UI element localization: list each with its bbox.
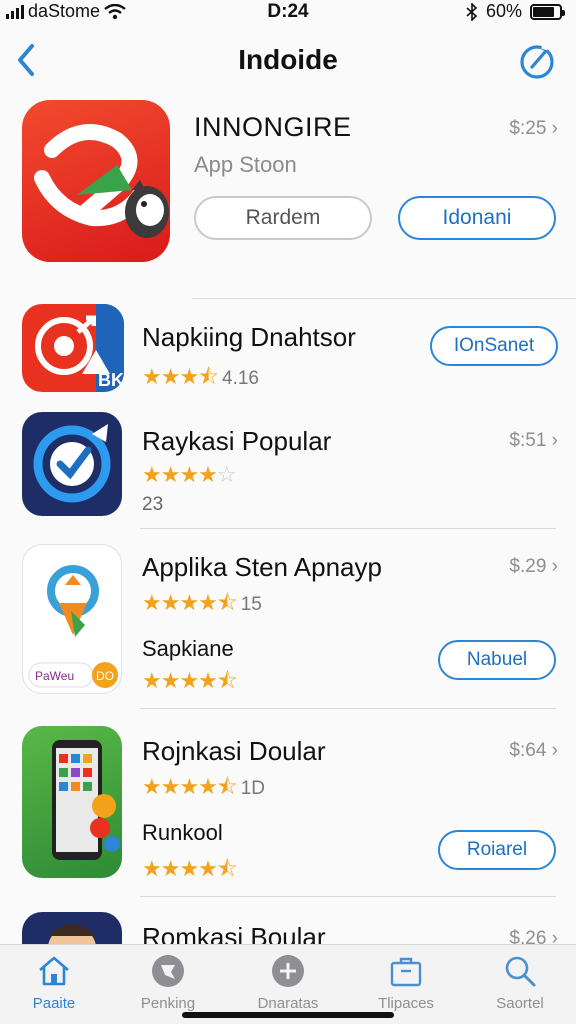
app-name: Applika Sten Apnayp [142,552,382,582]
red-target-icon: BK [22,304,124,392]
app-name: Romkasi Boular [142,922,326,944]
chevron-right-icon: › [551,740,558,761]
list-item[interactable]: BK Napkiing Dnahtsor ★★★⯪ 4.16 IOnSanet [0,304,576,400]
app-get-button[interactable]: IOnSanet [430,326,558,366]
app-get-button[interactable]: Roiarel [438,830,556,870]
app-subname: Sapkiane [142,636,234,661]
star-rating: ★★★★⯪ [142,668,238,693]
tab-label: Paaite [32,995,76,1012]
featured-app-icon [22,100,170,262]
star-rating: ★★★⯪ 4.16 [142,364,259,389]
app-meta: 4.16 [222,368,259,389]
featured-app-subtitle: App Stoon [194,152,297,177]
icon-badge-label: PaWeu [35,669,74,683]
featured-app-name: INNONGIRE [194,112,352,142]
search-icon [472,953,568,989]
bag-icon [358,953,454,989]
tab-home[interactable]: Paaite [6,953,102,1012]
featured-get-button[interactable]: Idonani [398,196,556,240]
divider [140,896,556,897]
icon-badge-number: DO [96,669,114,683]
tab-ranking[interactable]: Penking [120,953,216,1012]
chevron-right-icon: › [551,928,558,944]
app-name: Rojnkasi Doular [142,736,326,766]
featured-app-price: $:25 › [509,118,558,139]
featured-secondary-button[interactable]: Rardem [194,196,372,240]
app-meta: 1D [240,778,266,799]
tab-plus[interactable]: Dnaratas [240,953,336,1012]
chevron-right-icon: › [551,118,558,139]
ranking-icon [120,953,216,989]
star-rating: ★★★★⯪ [142,856,238,881]
blue-check-circle-icon [22,412,122,516]
star-rating: ★★★★⯪ 1D [142,774,266,799]
status-bar: daStome D:24 60% [0,0,576,26]
tab-bag[interactable]: Tlipaces [358,953,454,1012]
home-icon [6,953,102,989]
app-name: Napkiing Dnahtsor [142,322,356,352]
battery-icon [530,3,565,20]
divider [192,298,576,299]
bluetooth-icon [466,2,478,21]
nav-bar: Indoide [0,36,576,86]
app-get-button[interactable]: Nabuel [438,640,556,680]
app-meta: 23 [142,494,164,515]
app-meta: 15 [240,594,262,615]
tab-label: Tlipaces [378,995,434,1012]
battery-percent: 60% [485,1,522,21]
app-price: $.26 › [509,928,558,944]
cartoon-face-icon [22,912,122,944]
list-item[interactable]: Raykasi Popular ★★★★☆ 23 $:51 › [0,410,576,524]
page-title: Indoide [238,44,338,75]
app-name: Raykasi Popular [142,426,332,456]
home-indicator [182,1012,394,1018]
compass-icon[interactable] [518,42,556,80]
app-price: $:64 › [509,740,558,761]
map-pin-icon: PaWeu DO [22,544,122,694]
tab-search[interactable]: Saortel [472,953,568,1012]
phone-apps-icon [22,726,122,878]
plus-circle-icon [240,953,336,989]
star-rating: ★★★★☆ [142,462,237,487]
star-rating: ★★★★⯪ 15 [142,590,262,615]
app-subname: Runkool [142,820,223,845]
status-right: 60% [466,1,565,22]
tab-label: Penking [140,995,196,1012]
divider [140,528,556,529]
list-item[interactable]: Rojnkasi Doular ★★★★⯪ 1D $:64 › Runkool ★… [0,720,576,886]
featured-app-card[interactable]: INNONGIRE App Stoon $:25 › Rardem Idonan… [0,98,576,288]
chevron-right-icon: › [551,556,558,577]
list-item[interactable]: PaWeu DO Applika Sten Apnayp ★★★★⯪ 15 $.2… [0,540,576,700]
chevron-right-icon: › [551,430,558,451]
tab-label: Saortel [496,995,544,1012]
divider [140,708,556,709]
svg-text:BK: BK [98,370,124,390]
app-price: $:51 › [509,430,558,451]
tab-label: Dnaratas [257,995,319,1012]
app-price: $.29 › [509,556,558,577]
list-item[interactable]: Romkasi Boular $.26 › [0,910,576,944]
